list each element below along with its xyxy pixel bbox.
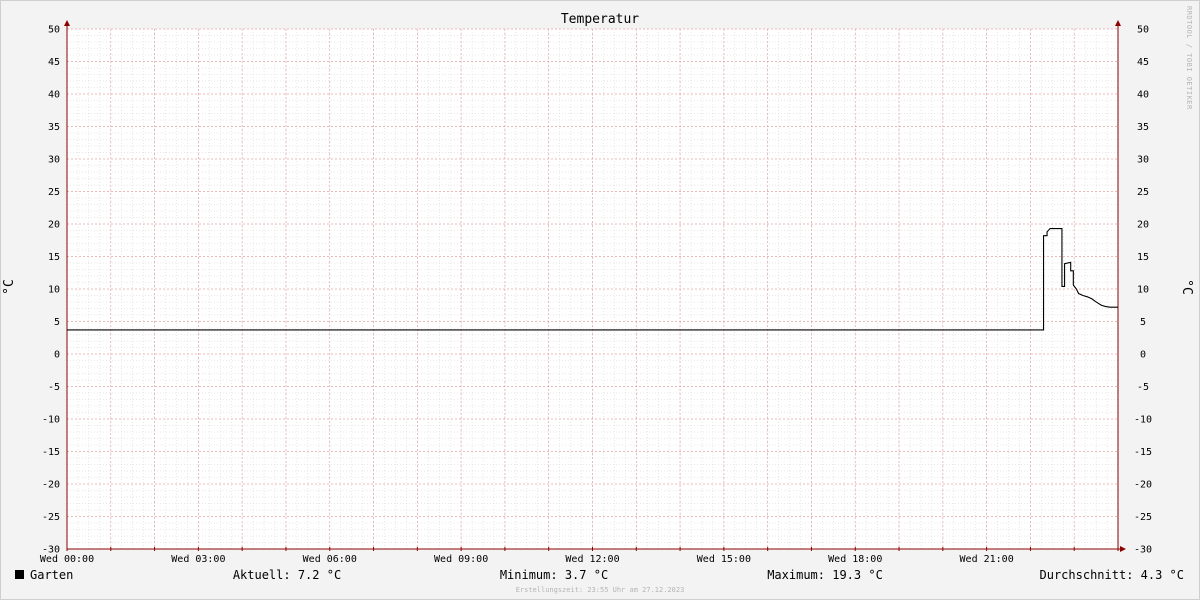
x-tick-label: Wed 03:00: [171, 554, 225, 565]
y-tick-label: 20: [48, 220, 60, 231]
y-tick-label: 5: [54, 317, 60, 328]
y-tick-label: -30: [1134, 545, 1152, 556]
y-tick-label: 10: [48, 285, 60, 296]
y-tick-labels-left: 50454035302520151050-5-10-15-20-25-30: [42, 25, 60, 556]
legend-entry-garten: Garten: [30, 568, 73, 582]
x-tick-label: Wed 09:00: [434, 554, 488, 565]
stat-durchschnitt: Durchschnitt: 4.3 °C: [1040, 568, 1185, 582]
y-tick-label: 30: [48, 155, 60, 166]
y-tick-label: 15: [48, 252, 60, 263]
y-axis-label-right: °C: [1179, 279, 1194, 295]
y-tick-label: -20: [42, 480, 60, 491]
y-tick-label: 15: [1137, 252, 1149, 263]
y-tick-label: 35: [1137, 122, 1149, 133]
y-tick-labels-right: 50454035302520151050-5-10-15-20-25-30: [1134, 25, 1152, 556]
stat-maximum: Maximum: 19.3 °C: [767, 568, 883, 582]
x-tick-label: Wed 15:00: [697, 554, 751, 565]
y-tick-label: 20: [1137, 220, 1149, 231]
x-axis-arrow: [1120, 546, 1126, 552]
watermark: RRDTOOL / TOBI OETIKER: [1185, 6, 1193, 110]
y-tick-label: 45: [48, 57, 60, 68]
y-axis-arrow-right: [1115, 20, 1121, 26]
chart-title: Temperatur: [561, 12, 639, 27]
y-tick-label: 45: [1137, 57, 1149, 68]
x-tick-labels: Wed 00:00 Wed 03:00 Wed 06:00 Wed 09:00 Wed …: [40, 554, 1014, 565]
y-tick-label: -10: [42, 415, 60, 426]
y-tick-label: -20: [1134, 480, 1152, 491]
y-tick-label: 25: [1137, 187, 1149, 198]
y-tick-label: -15: [1134, 447, 1152, 458]
y-tick-label: 40: [48, 90, 60, 101]
y-tick-label: -25: [1134, 512, 1152, 523]
y-tick-label: 25: [48, 187, 60, 198]
stat-minimum: Minimum: 3.7 °C: [500, 568, 608, 582]
y-tick-label: -15: [42, 447, 60, 458]
y-tick-label: 0: [54, 350, 60, 361]
legend-swatch-garten: [15, 570, 24, 579]
y-tick-label: 5: [1140, 317, 1146, 328]
y-tick-label: -25: [42, 512, 60, 523]
y-tick-label: -5: [1137, 382, 1149, 393]
y-tick-label: -5: [48, 382, 60, 393]
y-tick-label: 0: [1140, 350, 1146, 361]
y-tick-label: 40: [1137, 90, 1149, 101]
y-tick-label: -10: [1134, 415, 1152, 426]
x-tick-label: Wed 21:00: [960, 554, 1014, 565]
x-tick-label: Wed 06:00: [303, 554, 357, 565]
x-tick-label: Wed 12:00: [565, 554, 619, 565]
y-tick-label: 50: [1137, 25, 1149, 36]
x-tick-label: Wed 00:00: [40, 554, 94, 565]
y-axis-label-left: °C: [2, 279, 17, 295]
y-tick-label: 10: [1137, 285, 1149, 296]
y-axis-arrow-left: [64, 20, 70, 26]
temperature-chart: 50454035302520151050-5-10-15-20-25-30 50…: [2, 6, 1194, 594]
x-tick-label: Wed 18:00: [828, 554, 882, 565]
footer-timestamp: Erstellungszeit: 23:55 Uhr am 27.12.2023: [516, 586, 685, 594]
y-tick-label: 30: [1137, 155, 1149, 166]
stat-aktuell: Aktuell: 7.2 °C: [233, 568, 341, 582]
y-tick-label: 50: [48, 25, 60, 36]
y-tick-label: 35: [48, 122, 60, 133]
